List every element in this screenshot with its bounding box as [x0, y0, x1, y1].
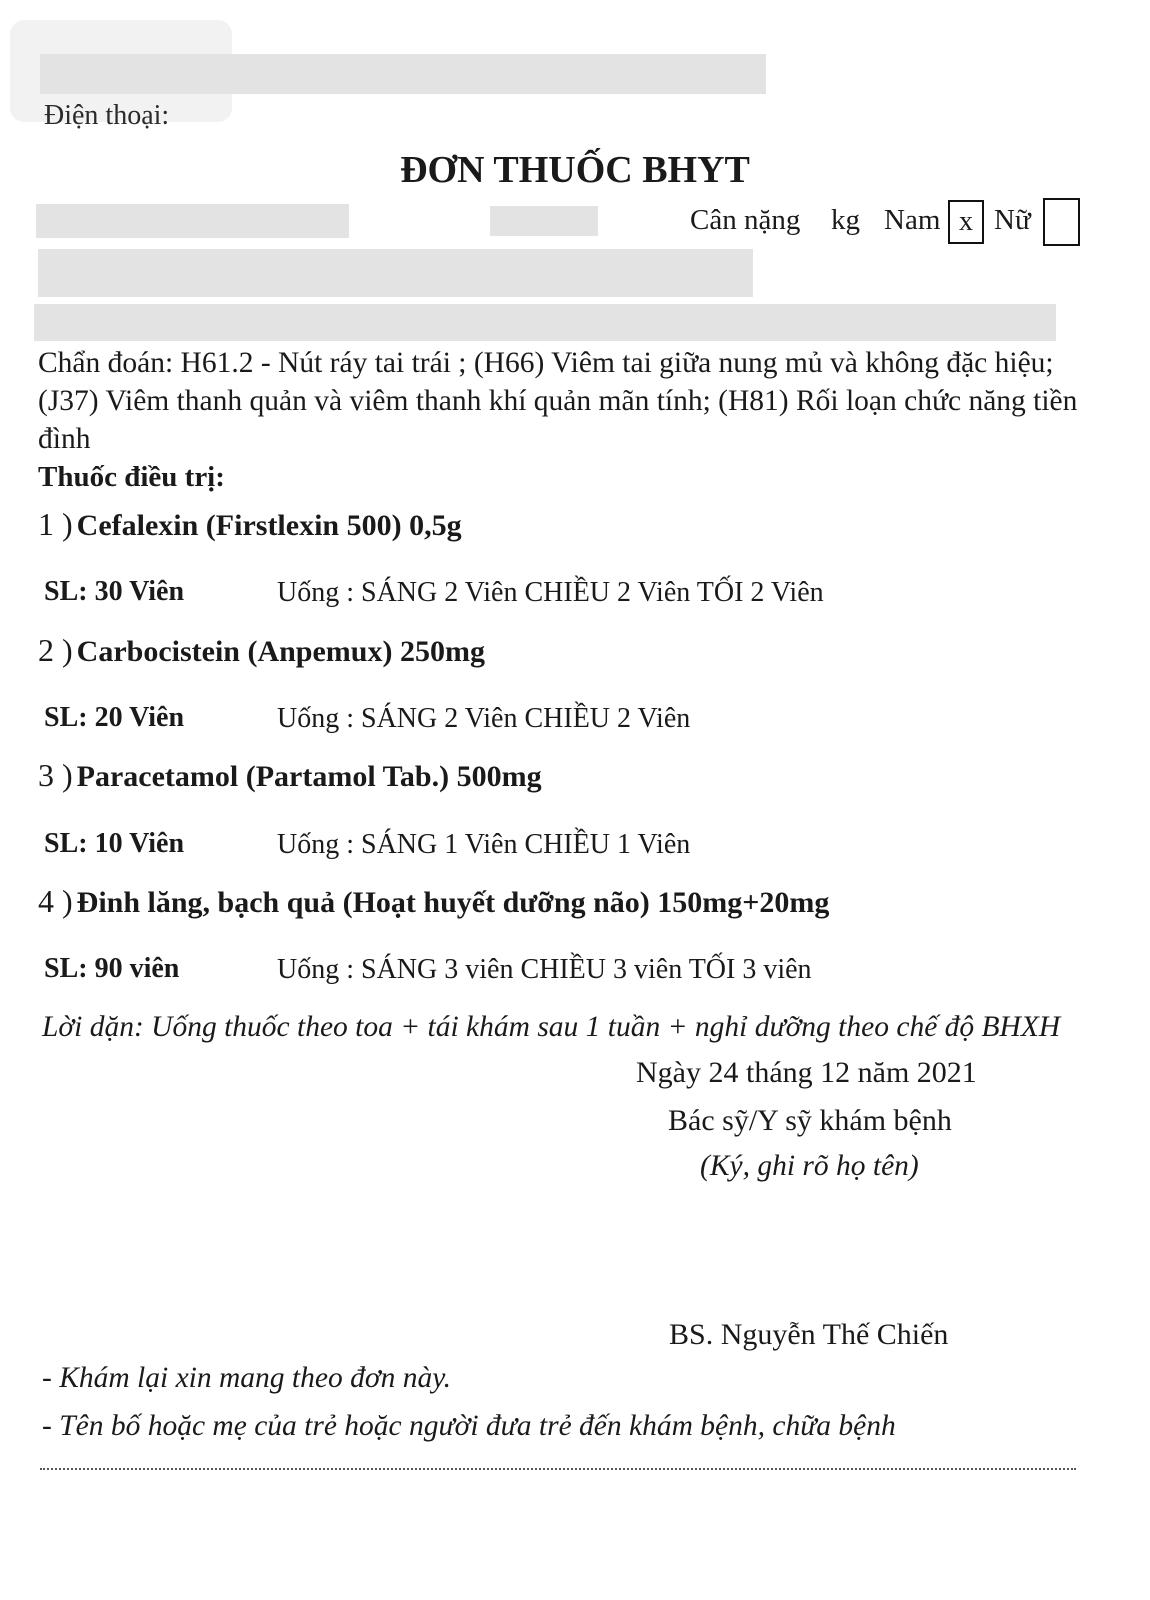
redacted-insurance-info [34, 304, 1056, 341]
medication-number: 3 ) [38, 757, 73, 793]
medication-name: Đinh lăng, bạch quả (Hoạt huyết dưỡng nã… [76, 886, 830, 919]
redacted-patient-age [490, 206, 598, 236]
weight-unit: kg [831, 204, 860, 236]
medication-item: 4 ) Đinh lăng, bạch quả (Hoạt huyết dưỡn… [38, 883, 829, 920]
weight-label: Cân nặng [690, 204, 801, 236]
male-label: Nam [884, 204, 941, 236]
medication-quantity: SL: 20 Viên [44, 702, 185, 733]
dotted-divider [40, 1468, 1076, 1470]
doctor-name: BS. Nguyễn Thế Chiến [669, 1318, 949, 1351]
medication-quantity: SL: 10 Viên [44, 828, 185, 859]
prescription-date: Ngày 24 tháng 12 năm 2021 [636, 1056, 977, 1089]
female-checkbox [1043, 198, 1080, 246]
redacted-patient-address [38, 249, 753, 297]
male-checkbox: x [948, 200, 984, 244]
document-title: ĐƠN THUỐC BHYT [400, 149, 750, 191]
medication-quantity: SL: 30 Viên [44, 576, 185, 607]
doctor-role: Bác sỹ/Y sỹ khám bệnh [668, 1104, 952, 1137]
medication-number: 2 ) [38, 632, 73, 668]
footer-note: - Khám lại xin mang theo đơn này. [42, 1362, 452, 1394]
footer-note: - Tên bố hoặc mẹ của trẻ hoặc người đưa … [42, 1410, 896, 1442]
advice-text: Lời dặn: Uống thuốc theo toa + tái khám … [42, 1011, 1061, 1043]
medication-dosage: Uống : SÁNG 3 viên CHIỀU 3 viên TỐI 3 vi… [277, 954, 812, 985]
medication-number: 4 ) [38, 883, 73, 919]
diagnosis-text: Chẩn đoán: H61.2 - Nút ráy tai trái ; (H… [38, 347, 1078, 455]
female-label: Nữ [994, 204, 1031, 236]
redacted-patient-name [36, 204, 349, 238]
medication-item: 1 ) Cefalexin (Firstlexin 500) 0,5g [38, 506, 462, 543]
medication-item: 3 ) Paracetamol (Partamol Tab.) 500mg [38, 757, 542, 794]
medication-dosage: Uống : SÁNG 1 Viên CHIỀU 1 Viên [277, 829, 691, 860]
medication-dosage: Uống : SÁNG 2 Viên CHIỀU 2 Viên [277, 703, 691, 734]
medication-item: 2 ) Carbocistein (Anpemux) 250mg [38, 632, 485, 669]
medication-quantity: SL: 90 viên [44, 953, 180, 984]
redacted-phone-overlay [40, 54, 766, 94]
medication-dosage: Uống : SÁNG 2 Viên CHIỀU 2 Viên TỐI 2 Vi… [277, 577, 824, 608]
medication-number: 1 ) [38, 506, 73, 542]
phone-label: Điện thoại: [44, 100, 170, 131]
medication-name: Paracetamol (Partamol Tab.) 500mg [76, 760, 542, 793]
medication-name: Cefalexin (Firstlexin 500) 0,5g [76, 509, 462, 542]
medication-name: Carbocistein (Anpemux) 250mg [76, 635, 485, 668]
signature-instruction: (Ký, ghi rõ họ tên) [700, 1150, 919, 1182]
treatment-heading: Thuốc điều trị: [38, 461, 225, 493]
